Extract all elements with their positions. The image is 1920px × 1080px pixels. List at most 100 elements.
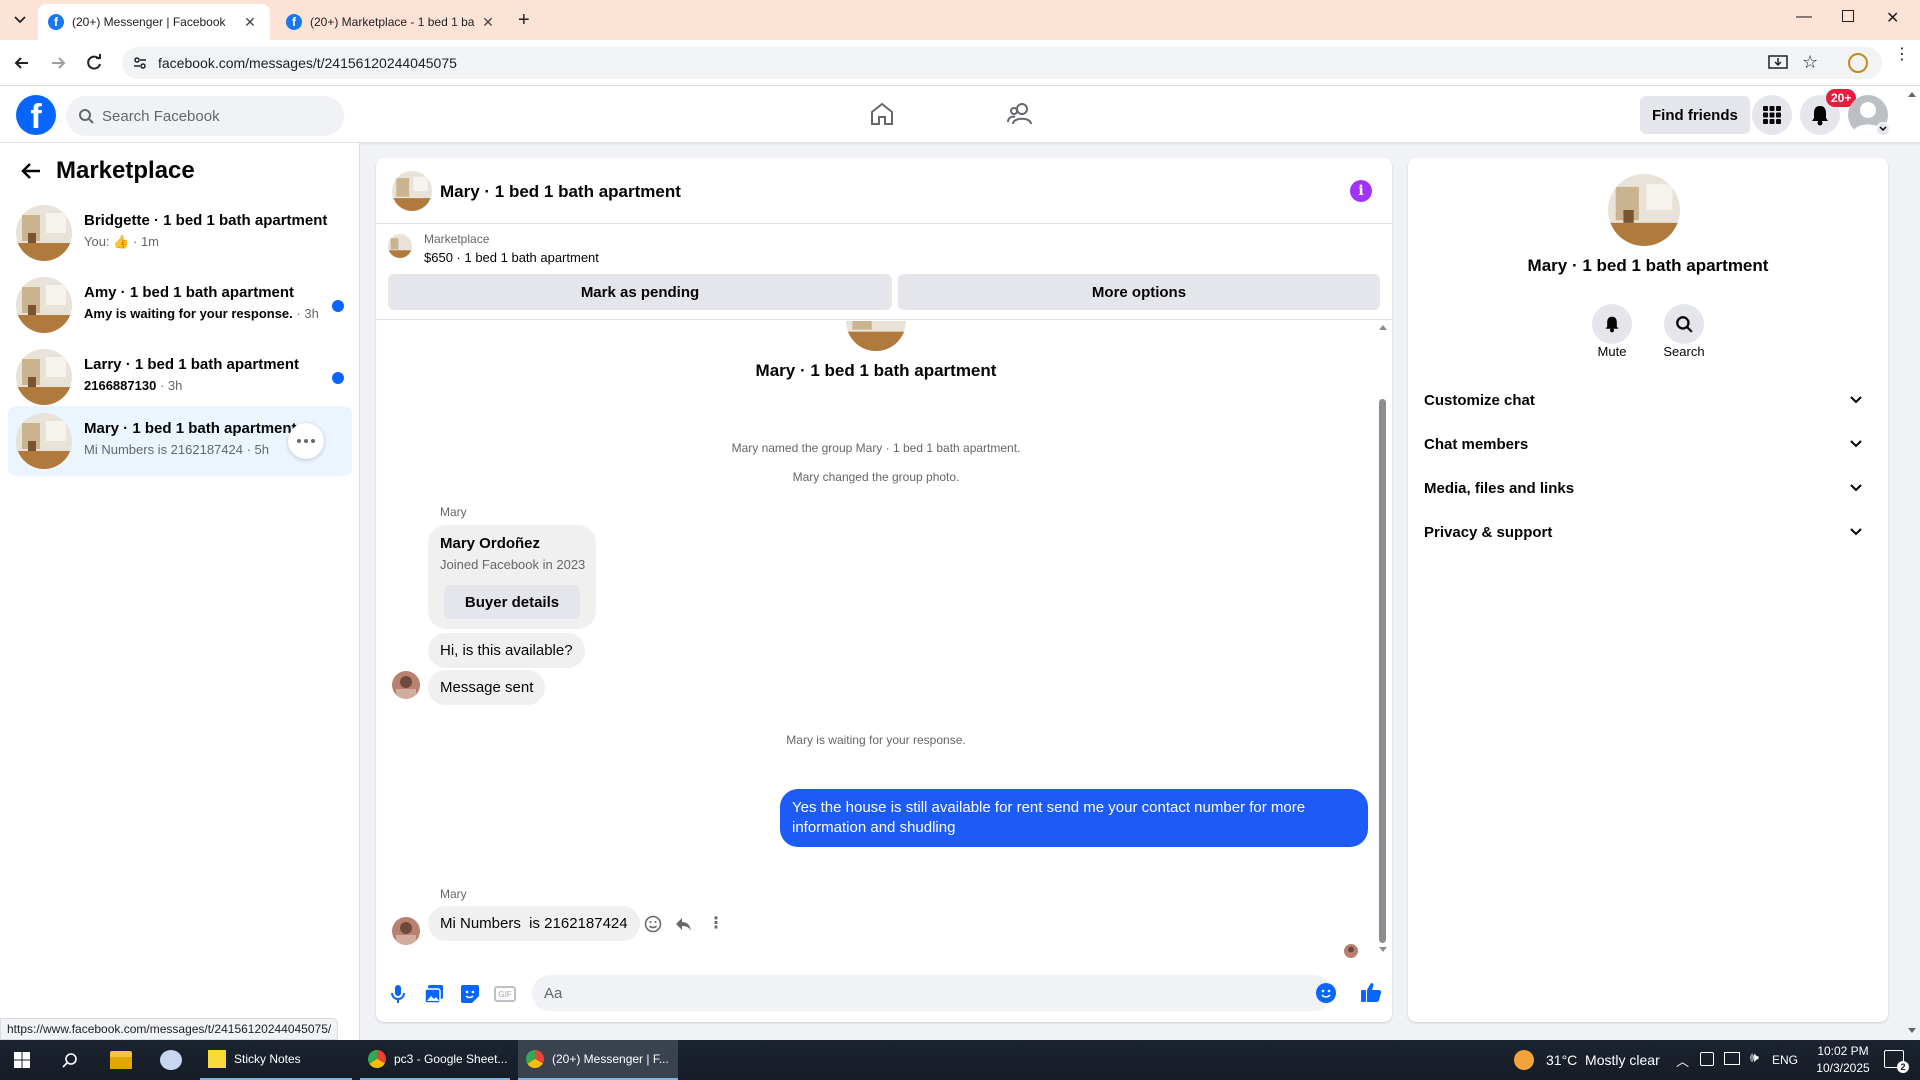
my-message-bubble[interactable]: Yes the house is still available for ren… [780,789,1368,847]
attach-photo-icon[interactable] [424,984,444,1004]
back-arrow-icon[interactable] [20,161,42,181]
install-app-icon[interactable] [1768,54,1788,72]
sender-avatar[interactable] [392,917,420,945]
message-bubble[interactable]: Message sent [428,670,546,705]
volume-icon[interactable]: 🕪 [1750,1049,1759,1066]
mute-bell-icon [1605,316,1619,333]
group-photo[interactable] [392,171,432,211]
conversation-item[interactable]: Bridgette · 1 bed 1 bath apartment You: … [8,198,352,268]
browser-toolbar: facebook.com/messages/t/2415612024404507… [0,40,1920,86]
group-title: Mary · 1 bed 1 bath apartment [755,361,997,380]
bookmark-star-icon[interactable]: ☆ [1802,52,1818,73]
friends-icon[interactable] [1006,100,1034,128]
file-explorer-icon[interactable] [110,1051,132,1069]
more-options-button[interactable]: More options [898,274,1380,310]
message-bubble[interactable]: Hi, is this available? [428,633,585,668]
maximize-icon[interactable] [1842,10,1854,22]
weather-text[interactable]: 31°C Mostly clear [1546,1052,1660,1068]
search-placeholder: Search Facebook [102,107,220,125]
find-friends-button[interactable]: Find friends [1640,96,1750,134]
preview-text: Amy is waiting for your response. [84,306,293,321]
group-photo-large [846,321,906,351]
home-icon[interactable] [868,100,896,128]
media-files-links-section[interactable]: Media, files and links [1424,466,1872,510]
tab-marketplace[interactable]: f (20+) Marketplace - 1 bed 1 ba ✕ [276,4,508,40]
info-title: Mary · 1 bed 1 bath apartment [1527,256,1769,275]
scroll-down-icon[interactable] [1379,947,1387,952]
weather-icon[interactable] [1514,1050,1534,1070]
browser-tab-strip: f (20+) Messenger | Facebook ✕ f (20+) M… [0,0,1920,40]
facebook-logo[interactable]: f [16,95,56,135]
listing-photo [16,349,72,405]
voice-clip-icon[interactable] [390,984,406,1004]
sticker-icon[interactable] [460,984,480,1004]
taskbar-messenger[interactable]: (20+) Messenger | F... [518,1040,678,1080]
notification-center-icon[interactable]: 2 [1884,1050,1909,1073]
emoji-icon[interactable] [1316,983,1336,1003]
minimize-icon[interactable]: — [1796,8,1812,26]
windows-start-icon[interactable] [14,1052,30,1068]
close-tab-icon[interactable]: ✕ [240,14,260,31]
page-scroll-up-icon[interactable] [1908,92,1916,97]
conversation-title: Mary · 1 bed 1 bath apartment [84,420,297,437]
search-in-conversation-button[interactable] [1664,304,1704,344]
taskbar-google-sheets[interactable]: pc3 - Google Sheet... [360,1040,510,1080]
thumbs-up-send-icon[interactable] [1360,981,1382,1003]
menu-grid-icon[interactable] [1752,95,1792,135]
conversation-preview: You: 👍 · 1m [84,234,159,250]
new-tab-icon[interactable]: + [518,9,530,32]
account-chevron-icon[interactable] [1876,122,1890,136]
clock-time[interactable]: 10:02 PM [1810,1044,1876,1058]
browser-menu-icon[interactable]: ⋮ [1894,47,1910,63]
page-scroll-down-icon[interactable] [1908,1028,1916,1033]
privacy-support-section[interactable]: Privacy & support [1424,510,1872,554]
messages-scrollbar[interactable] [1376,321,1388,957]
buyer-details-label: Buyer details [464,593,560,611]
scroll-up-icon[interactable] [1379,325,1387,330]
url-text: facebook.com/messages/t/2415612024404507… [158,55,457,71]
close-window-icon[interactable]: ✕ [1886,8,1899,28]
paint-app-icon[interactable] [160,1050,182,1070]
conversation-options-button[interactable] [288,423,324,459]
tab-search-icon[interactable] [8,10,32,30]
reload-icon[interactable] [84,53,104,73]
mute-button[interactable] [1592,304,1632,344]
close-tab-icon[interactable]: ✕ [478,14,498,31]
scrollbar-thumb[interactable] [1379,399,1386,943]
buyer-details-button[interactable]: Buyer details [444,585,580,619]
taskbar-sticky-notes[interactable]: Sticky Notes [200,1040,352,1080]
facebook-search-input[interactable]: Search Facebook [66,96,344,136]
react-icon[interactable] [644,915,662,933]
preview-text: 2166887130 [84,378,157,393]
sender-avatar[interactable] [392,671,420,699]
chat-members-section[interactable]: Chat members [1424,422,1872,466]
language-indicator[interactable]: ENG [1772,1053,1798,1067]
site-info-icon[interactable] [122,55,158,71]
show-hidden-icons-icon[interactable]: ︿ [1676,1051,1689,1070]
conversation-item-active[interactable]: Mary · 1 bed 1 bath apartment Mi Numbers… [8,406,352,476]
address-bar[interactable]: facebook.com/messages/t/2415612024404507… [122,47,1882,79]
profile-icon[interactable] [1848,53,1868,73]
message-input[interactable]: Aa [532,975,1332,1011]
meet-now-icon[interactable] [1700,1052,1714,1066]
message-bubble[interactable]: Mi Numbers is 2162187424 [428,906,640,941]
group-photo-large[interactable] [1608,174,1680,246]
conversation-item[interactable]: Larry · 1 bed 1 bath apartment 216688713… [8,342,352,412]
conversation-item[interactable]: Amy · 1 bed 1 bath apartment Amy is wait… [8,270,352,340]
back-icon[interactable] [12,53,32,73]
preview-text: Mi Numbers is 2162187424 [84,442,243,457]
info-icon[interactable]: i [1350,180,1372,202]
network-icon[interactable] [1724,1052,1740,1065]
taskbar-search-icon[interactable] [62,1052,78,1068]
gif-icon[interactable]: GIF [494,986,516,1002]
chat-panel: Mary · 1 bed 1 bath apartment i Marketpl… [376,158,1392,1022]
forward-icon[interactable] [48,53,68,73]
customize-chat-section[interactable]: Customize chat [1424,378,1872,422]
listing-description[interactable]: $650 · 1 bed 1 bath apartment [424,250,599,265]
reply-icon[interactable] [674,915,692,933]
message-more-icon[interactable]: ⋮ [708,913,724,933]
clock-date[interactable]: 10/3/2025 [1810,1061,1876,1075]
mark-as-pending-button[interactable]: Mark as pending [388,274,892,310]
tab-messenger[interactable]: f (20+) Messenger | Facebook ✕ [38,4,270,40]
chat-header: Mary · 1 bed 1 bath apartment i [376,158,1392,224]
